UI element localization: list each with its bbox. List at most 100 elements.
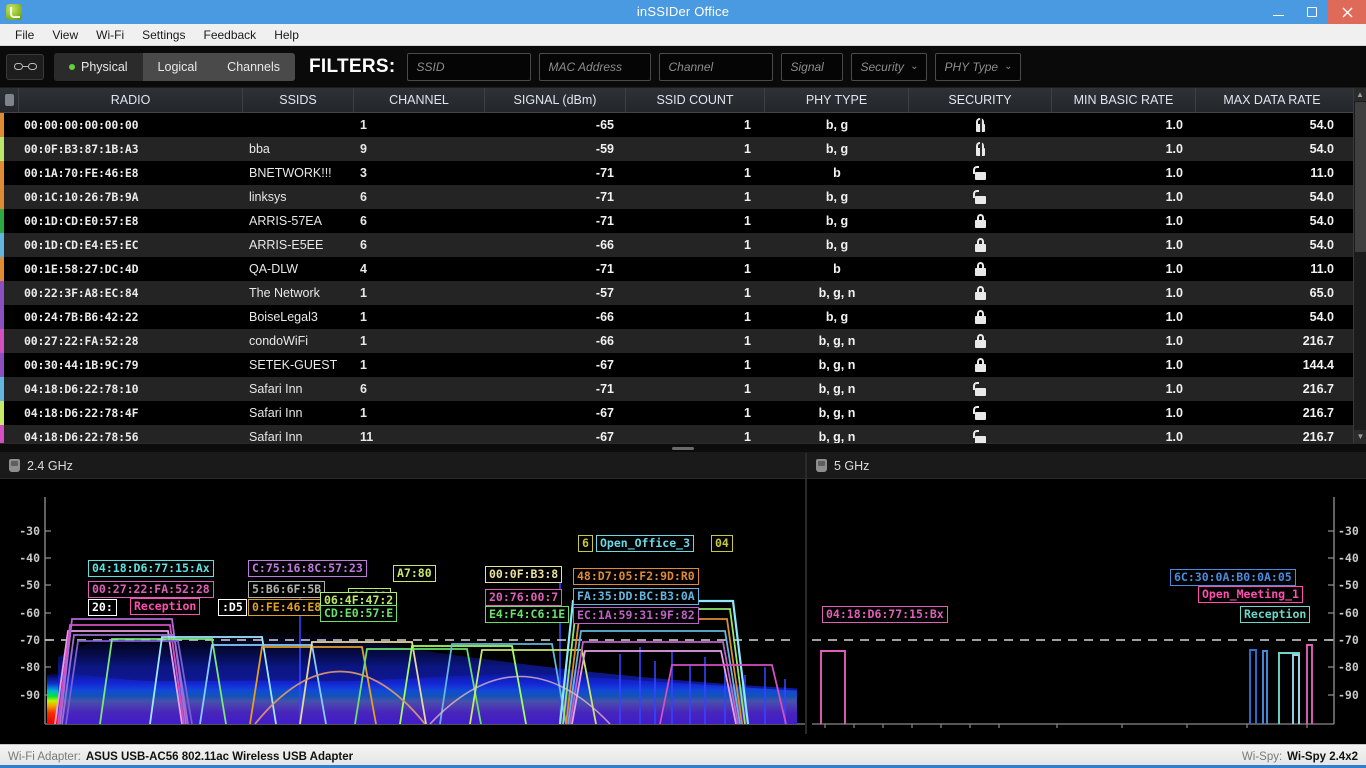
column-header-phy-type[interactable]: PHY TYPE: [765, 88, 909, 113]
filter-channel-input[interactable]: Channel: [659, 53, 773, 81]
cell-ssid-count: 1: [626, 233, 765, 257]
chart-network-label[interactable]: Open_Office_3: [596, 535, 694, 552]
chart-network-label[interactable]: FA:35:DD:BC:B3:0A: [573, 588, 699, 605]
cell-min-basic-rate: 1.0: [1052, 329, 1196, 353]
cell-ssid: ARRIS-E5EE: [243, 233, 354, 257]
table-row[interactable]: 00:1D:CD:E0:57:E8ARRIS-57EA6-711b, g1.05…: [0, 209, 1366, 233]
row-spacer: [4, 233, 19, 257]
table-row[interactable]: 00:1E:58:27:DC:4DQA-DLW4-711b1.011.0: [0, 257, 1366, 281]
table-row[interactable]: 00:0F:B3:87:1B:A3bba9-591b, g1.054.0: [0, 137, 1366, 161]
column-header-security[interactable]: SECURITY: [909, 88, 1052, 113]
cell-phy-type: b: [765, 257, 909, 281]
table-row[interactable]: 00:1C:10:26:7B:9Alinksys6-711b, g1.054.0: [0, 185, 1366, 209]
table-scrollbar[interactable]: ▲ ▼: [1353, 88, 1366, 443]
column-header-radio[interactable]: RADIO: [19, 88, 243, 113]
chart-network-label[interactable]: CD:E0:57:E: [320, 605, 397, 622]
cell-ssid: BNETWORK!!!: [243, 161, 354, 185]
svg-text:-60: -60: [19, 606, 40, 620]
cell-max-data-rate: 54.0: [1196, 305, 1348, 329]
chart-network-label[interactable]: 6C:30:0A:B0:0A:05: [1170, 569, 1296, 586]
chart-network-label[interactable]: Reception: [1240, 606, 1310, 623]
maximize-button[interactable]: [1295, 0, 1328, 24]
chart-network-label[interactable]: 04: [711, 535, 733, 552]
link-networks-button[interactable]: [6, 54, 44, 80]
filter-security-select[interactable]: Security ⌄: [851, 53, 927, 81]
table-header-row: RADIO SSIDS CHANNEL SIGNAL (dBm) SSID CO…: [0, 88, 1366, 113]
chart-network-label[interactable]: Open_Meeting_1: [1198, 586, 1303, 603]
lock-closed-icon: [974, 214, 987, 228]
chart-network-label[interactable]: 00:27:22:FA:52:28: [88, 581, 214, 598]
close-button[interactable]: [1328, 0, 1366, 24]
chart-network-label[interactable]: Reception: [130, 598, 200, 615]
cell-radio: 00:1E:58:27:DC:4D: [19, 257, 243, 281]
cell-phy-type: b, g: [765, 137, 909, 161]
column-header-max-data-rate[interactable]: MAX DATA RATE: [1196, 88, 1348, 113]
chart-plot-5ghz[interactable]: -30-40 -50-60 -70-80 -90: [807, 479, 1366, 734]
chart-network-label[interactable]: C:75:16:8C:57:23: [248, 560, 367, 577]
chart-network-label[interactable]: 6: [578, 535, 593, 552]
filter-mac-input[interactable]: MAC Address: [539, 53, 651, 81]
column-header-channel[interactable]: CHANNEL: [354, 88, 485, 113]
cell-radio: 00:30:44:1B:9C:79: [19, 353, 243, 377]
chart-network-label[interactable]: :D5: [218, 599, 247, 616]
scroll-up-button[interactable]: ▲: [1354, 88, 1366, 101]
table-row[interactable]: 00:27:22:FA:52:28condoWiFi1-661b, g, n1.…: [0, 329, 1366, 353]
column-header-signal[interactable]: SIGNAL (dBm): [485, 88, 626, 113]
chart-network-label[interactable]: 20:76:00:7: [485, 589, 562, 606]
scroll-down-button[interactable]: ▼: [1354, 430, 1366, 443]
filter-phytype-select[interactable]: PHY Type ⌄: [935, 53, 1021, 81]
filter-signal-placeholder: Signal: [790, 60, 823, 74]
table-row[interactable]: 00:22:3F:A8:EC:84The Network1-571b, g, n…: [0, 281, 1366, 305]
cell-min-basic-rate: 1.0: [1052, 401, 1196, 425]
cell-ssid-count: 1: [626, 137, 765, 161]
table-row[interactable]: 00:24:7B:B6:42:22BoiseLegal31-661b, g1.0…: [0, 305, 1366, 329]
filter-signal-input[interactable]: Signal: [781, 53, 843, 81]
menu-file[interactable]: File: [6, 25, 43, 45]
menu-wifi[interactable]: Wi-Fi: [87, 25, 133, 45]
chart-network-label[interactable]: 04:18:D6:77:15:Ax: [88, 560, 214, 577]
panel-splitter[interactable]: [0, 443, 1366, 453]
column-header-ssid-count[interactable]: SSID COUNT: [626, 88, 765, 113]
column-header-ssids[interactable]: SSIDS: [243, 88, 354, 113]
cell-min-basic-rate: 1.0: [1052, 137, 1196, 161]
cell-signal: -67: [485, 401, 626, 425]
cell-phy-type: b, g: [765, 209, 909, 233]
chart-network-label[interactable]: 5:B6:6F:5B: [248, 581, 325, 598]
table-row[interactable]: 04:18:D6:22:78:10Safari Inn6-711b, g, n1…: [0, 377, 1366, 401]
column-header-min-basic-rate[interactable]: MIN BASIC RATE: [1052, 88, 1196, 113]
filter-ssid-input[interactable]: SSID: [407, 53, 531, 81]
chart-network-label[interactable]: E4:F4:C6:1E: [485, 606, 569, 623]
menu-view[interactable]: View: [43, 25, 87, 45]
svg-text:-60: -60: [1338, 606, 1359, 620]
table-row[interactable]: 04:18:D6:22:78:56Safari Inn11-671b, g, n…: [0, 425, 1366, 443]
chart-network-label[interactable]: 00:0F:B3:8: [485, 566, 562, 583]
table-row[interactable]: 00:1D:CD:E4:E5:ECARRIS-E5EE6-661b, g1.05…: [0, 233, 1366, 257]
chart-network-label[interactable]: 20:: [88, 599, 117, 616]
cell-radio: 00:00:00:00:00:00: [19, 113, 243, 137]
chart-network-label[interactable]: 48:D7:05:F2:9D:R0: [573, 568, 699, 585]
tab-logical[interactable]: Logical: [143, 53, 213, 81]
chart-network-label[interactable]: A7:80: [393, 565, 436, 582]
column-color-toggle[interactable]: [0, 88, 19, 113]
table-row[interactable]: 00:00:00:00:00:001-651b, g1.054.0: [0, 113, 1366, 137]
chart-title-24ghz: 2.4 GHz: [27, 459, 73, 473]
chart-network-label[interactable]: 0:FE:46:E8: [248, 599, 325, 616]
chart-plot-24ghz[interactable]: -30 -40 -50 -60 -70 -80 -90: [0, 479, 805, 734]
tab-physical[interactable]: Physical: [54, 53, 143, 81]
table-row[interactable]: 04:18:D6:22:78:4FSafari Inn1-671b, g, n1…: [0, 401, 1366, 425]
cell-ssid-count: 1: [626, 353, 765, 377]
scrollbar-thumb[interactable]: [1355, 102, 1366, 252]
menu-help[interactable]: Help: [265, 25, 308, 45]
adapter-value: ASUS USB-AC56 802.11ac Wireless USB Adap…: [86, 751, 353, 763]
tab-channels[interactable]: Channels: [212, 53, 295, 81]
table-row[interactable]: 00:30:44:1B:9C:79SETEK-GUEST1-671b, g, n…: [0, 353, 1366, 377]
menu-settings[interactable]: Settings: [133, 25, 194, 45]
table-row[interactable]: 00:1A:70:FE:46:E8BNETWORK!!!3-711b1.011.…: [0, 161, 1366, 185]
menu-feedback[interactable]: Feedback: [194, 25, 265, 45]
tab-physical-label: Physical: [81, 60, 128, 74]
svg-text:52: 52: [879, 733, 894, 734]
tab-logical-label: Logical: [158, 60, 198, 74]
minimize-button[interactable]: [1262, 0, 1295, 24]
chart-network-label[interactable]: 04:18:D6:77:15:Bx: [822, 606, 948, 623]
chart-network-label[interactable]: EC:1A:59:31:9F:82: [573, 607, 699, 624]
